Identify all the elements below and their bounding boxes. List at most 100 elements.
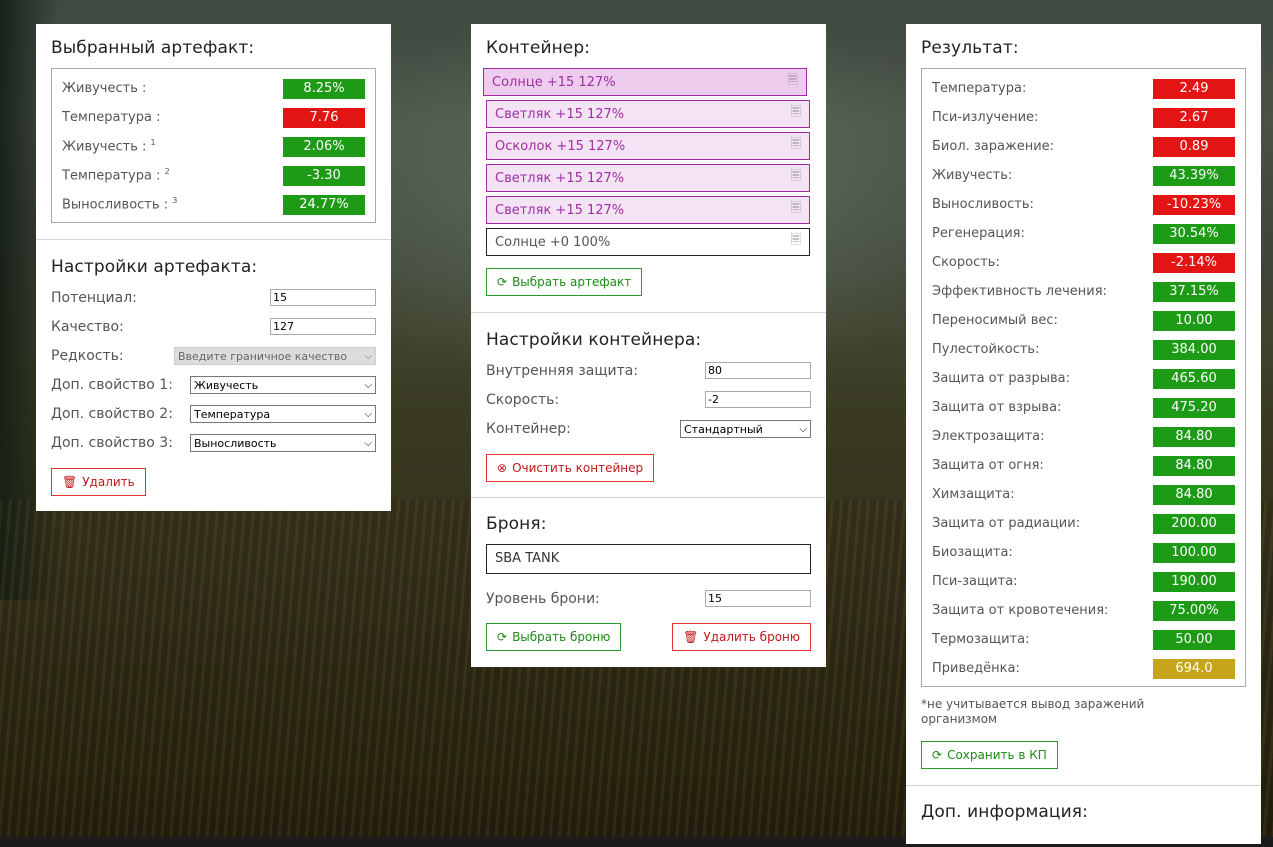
document-icon[interactable]: 🗏 (791, 199, 801, 221)
container-slot[interactable]: Светляк +15 127% 🗏 (486, 100, 810, 128)
stat-label: Химзащита: (932, 487, 1015, 502)
stat-label: Переносимый вес: (932, 313, 1058, 328)
stat-value: 2.49 (1153, 78, 1235, 99)
container-slot[interactable]: Солнце +0 100% 🗏 (486, 228, 810, 256)
stat-label: Пулестойкость: (932, 342, 1040, 357)
prop2-select[interactable]: Температура ⌵ (190, 404, 376, 423)
stat-label: Пси-защита: (932, 574, 1018, 589)
stat-sup: 1 (150, 138, 156, 148)
prop2-label: Доп. свойство 2: (51, 405, 173, 422)
selected-artifact-section: Выбранный артефакт: Живучесть : 8.25% Те… (36, 24, 391, 240)
stat-value: 43.39% (1153, 165, 1235, 186)
result-stat-row: Регенерация: 30.54% (932, 219, 1235, 248)
result-stat-row: Приведёнка: 694.0 (932, 654, 1235, 683)
prop1-row: Доп. свойство 1: Живучесть ⌵ (51, 370, 376, 399)
inner-protection-input[interactable] (705, 362, 811, 379)
refresh-icon: ⟳ (932, 748, 943, 762)
rarity-label: Редкость: (51, 347, 124, 364)
armor-level-input[interactable] (705, 590, 811, 607)
container-slot[interactable]: Осколок +15 127% 🗏 (486, 132, 810, 160)
result-stat-row: Скорость: -2.14% (932, 248, 1235, 277)
container-type-label: Контейнер: (486, 420, 571, 437)
result-stat-row: Защита от огня: 84.80 (932, 451, 1235, 480)
stat-label: Термозащита: (932, 632, 1030, 647)
container-type-select[interactable]: Стандартный ⌵ (680, 419, 811, 438)
potential-input[interactable] (270, 289, 376, 306)
result-stats: Температура: 2.49 Пси-излучение: 2.67 Биол. … (921, 68, 1246, 687)
armor-section: Броня: SBA TANK Уровень брони: ⟳ Выбрать… (471, 498, 826, 667)
container-type-row: Контейнер: Стандартный ⌵ (486, 414, 811, 443)
result-title: Результат: (921, 38, 1019, 58)
stat-value: 7.76 (283, 107, 365, 128)
result-stat-row: Электрозащита: 84.80 (932, 422, 1235, 451)
result-panel: Результат: Температура: 2.49 Пси-излучение… (906, 24, 1261, 844)
trash-icon: 🗑 (683, 630, 699, 644)
stat-value: 10.00 (1153, 310, 1235, 331)
stat-value: 200.00 (1153, 513, 1235, 534)
stat-value: 384.00 (1153, 339, 1235, 360)
artifact-stat-row: Температура : 7.76 (62, 103, 365, 132)
select-armor-button[interactable]: ⟳ Выбрать броню (486, 623, 622, 651)
armor-level-label: Уровень брони: (486, 590, 600, 607)
prop1-select[interactable]: Живучесть ⌵ (190, 375, 376, 394)
stat-value: 84.80 (1153, 426, 1235, 447)
artifact-stats: Живучесть : 8.25% Температура : 7.76 Жив… (51, 68, 376, 223)
stat-value: 24.77% (283, 194, 365, 215)
stat-value: 0.89 (1153, 136, 1235, 157)
extra-info-title: Доп. информация: (921, 802, 1088, 822)
document-icon[interactable]: 🗏 (791, 103, 801, 125)
delete-artifact-button[interactable]: 🗑 Удалить (51, 468, 146, 496)
stat-label: Электрозащита: (932, 429, 1045, 444)
prop2-row: Доп. свойство 2: Температура ⌵ (51, 399, 376, 428)
stat-value: 2.06% (283, 136, 365, 157)
stat-label: Защита от взрыва: (932, 400, 1062, 415)
stat-value: 465.60 (1153, 368, 1235, 389)
result-stat-row: Защита от кровотечения: 75.00% (932, 596, 1235, 625)
container-slot[interactable]: Светляк +15 127% 🗏 (486, 196, 810, 224)
container-slot[interactable]: Светляк +15 127% 🗏 (486, 164, 810, 192)
stat-label: Живучесть : (62, 81, 147, 96)
document-icon[interactable]: 🗏 (788, 71, 798, 93)
stat-value: 75.00% (1153, 600, 1235, 621)
delete-armor-button[interactable]: 🗑 Удалить броню (672, 623, 811, 651)
stat-value: 475.20 (1153, 397, 1235, 418)
save-to-kp-button[interactable]: ⟳ Сохранить в КП (921, 741, 1058, 769)
result-stat-row: Защита от разрыва: 465.60 (932, 364, 1235, 393)
artifact-settings-section: Настройки артефакта: Потенциал: Качество… (36, 240, 391, 511)
stat-label: Температура : (62, 168, 161, 184)
document-icon[interactable]: 🗏 (791, 167, 801, 189)
stat-value: -3.30 (283, 165, 365, 186)
stat-label: Температура : (62, 110, 161, 125)
document-icon[interactable]: 🗏 (791, 231, 801, 253)
container-slot[interactable]: Солнце +15 127% 🗏 (483, 68, 807, 96)
armor-name-field[interactable]: SBA TANK (486, 544, 811, 574)
container-settings-section: Настройки контейнера: Внутренняя защита:… (471, 313, 826, 498)
document-icon[interactable]: 🗏 (791, 135, 801, 157)
stat-label: Регенерация: (932, 226, 1025, 241)
speed-input[interactable] (705, 391, 811, 408)
stat-value: 50.00 (1153, 629, 1235, 650)
stat-label: Температура: (932, 81, 1027, 96)
close-circle-icon: ⊗ (497, 461, 508, 475)
stat-label: Биол. заражение: (932, 139, 1055, 154)
container-section: Контейнер: Солнце +15 127% 🗏 Светляк +15 … (471, 24, 826, 313)
refresh-icon: ⟳ (497, 630, 508, 644)
result-stat-row: Биол. заражение: 0.89 (932, 132, 1235, 161)
artifact-stat-row: Живучесть : 1 2.06% (62, 132, 365, 161)
result-note: *не учитывается вывод заражений организм… (921, 697, 1145, 726)
result-stat-row: Температура: 2.49 (932, 74, 1235, 103)
quality-input[interactable] (270, 318, 376, 335)
container-settings-title: Настройки контейнера: (486, 330, 702, 350)
select-artifact-button[interactable]: ⟳ Выбрать артефакт (486, 268, 643, 296)
clear-container-button[interactable]: ⊗ Очистить контейнер (486, 454, 655, 482)
stat-value: -10.23% (1153, 194, 1235, 215)
stat-label: Защита от разрыва: (932, 371, 1070, 386)
stat-value: 37.15% (1153, 281, 1235, 302)
rarity-row: Редкость: Введите граничное качество ⌵ (51, 341, 376, 370)
quality-row: Качество: (51, 312, 376, 341)
prop3-select[interactable]: Выносливость ⌵ (190, 433, 376, 452)
prop3-label: Доп. свойство 3: (51, 434, 173, 451)
result-stat-row: Пулестойкость: 384.00 (932, 335, 1235, 364)
rarity-select[interactable]: Введите граничное качество ⌵ (174, 346, 376, 365)
prop1-label: Доп. свойство 1: (51, 376, 173, 393)
